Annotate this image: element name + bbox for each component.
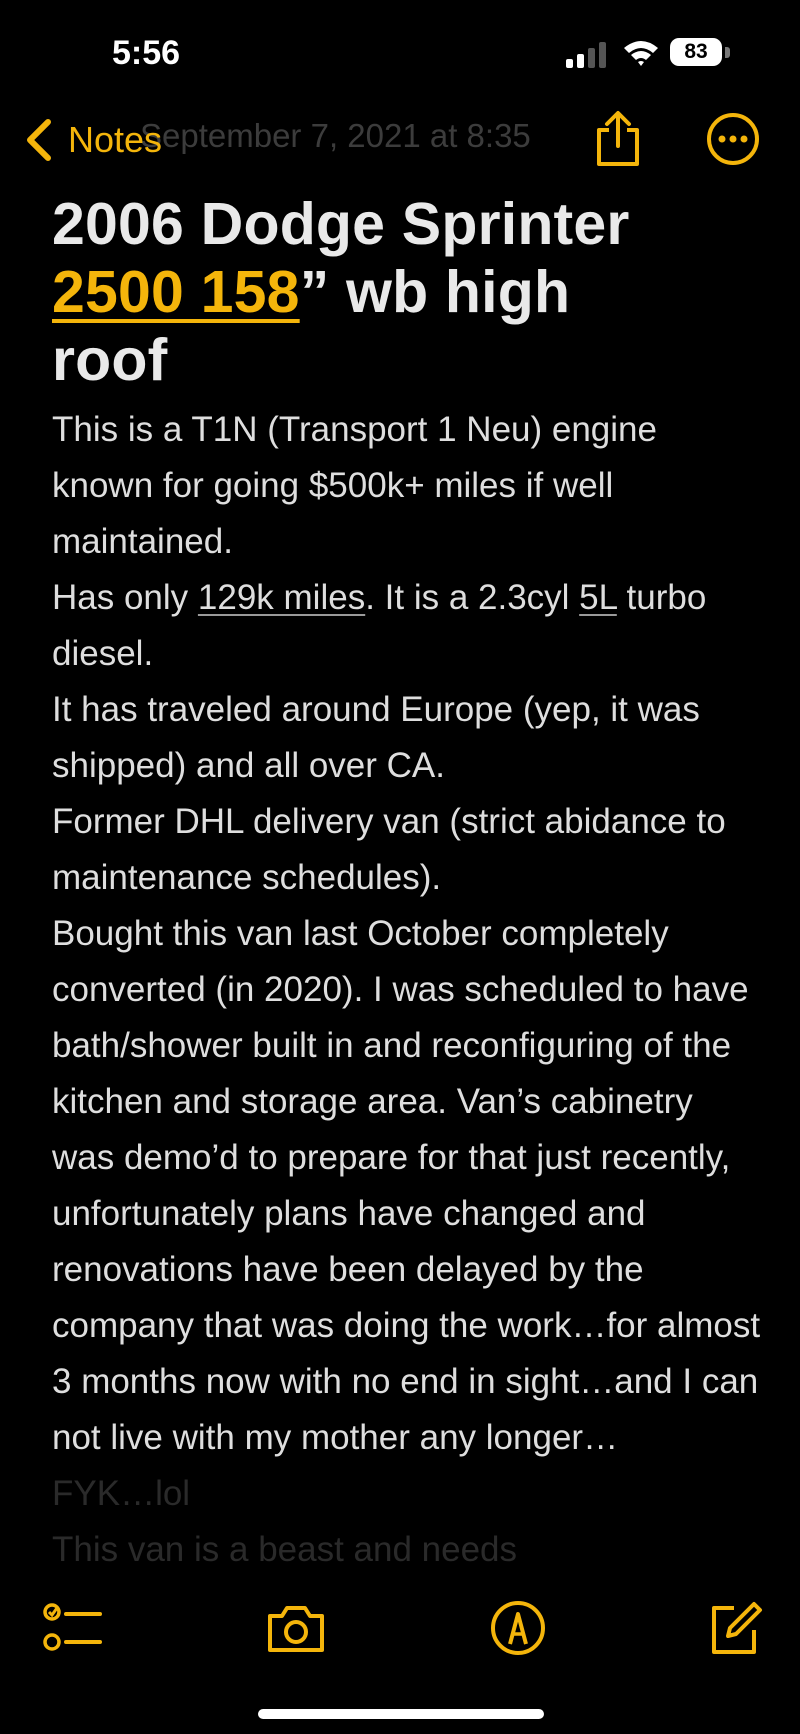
note-body: This is a T1N (Transport 1 Neu) engine k… bbox=[52, 402, 762, 1578]
title-line-1: 2006 Dodge Sprinter bbox=[52, 191, 630, 257]
note-title: 2006 Dodge Sprinter 2500 158” wb high ro… bbox=[52, 190, 762, 394]
paragraph-conversion: Bought this van last October completely … bbox=[52, 914, 761, 1457]
paragraph-miles: Has only 129k miles. It is a 2.3cyl 5L t… bbox=[52, 570, 762, 682]
battery-icon: 83 bbox=[670, 38, 732, 68]
note-content[interactable]: 2006 Dodge Sprinter 2500 158” wb high ro… bbox=[52, 190, 762, 1578]
engine-size-link[interactable]: 5L bbox=[579, 578, 617, 617]
status-bar: 5:56 83 bbox=[0, 0, 800, 100]
checklist-icon[interactable] bbox=[42, 1600, 102, 1656]
bottom-toolbar bbox=[0, 1570, 800, 1690]
text-segment: . It is a 2.3cyl bbox=[365, 578, 580, 617]
battery-level: 83 bbox=[670, 38, 722, 66]
paragraph-dhl: Former DHL delivery van (strict abidance… bbox=[52, 802, 726, 897]
back-button[interactable]: Notes bbox=[22, 112, 162, 168]
text-segment: Has only bbox=[52, 578, 198, 617]
paragraph-fyk: FYK…lol bbox=[52, 1474, 191, 1513]
pen-circle-icon[interactable] bbox=[488, 1600, 548, 1656]
chevron-left-icon bbox=[27, 119, 51, 161]
note-date: September 7, 2021 at 8:35 bbox=[140, 117, 531, 154]
paragraph-engine: This is a T1N (Transport 1 Neu) engine k… bbox=[52, 410, 657, 561]
miles-link[interactable]: 129k miles bbox=[198, 578, 365, 617]
compose-icon[interactable] bbox=[706, 1600, 766, 1656]
paragraph-travel: It has traveled around Europe (yep, it w… bbox=[52, 690, 700, 785]
status-time: 5:56 bbox=[112, 34, 181, 72]
camera-icon[interactable] bbox=[266, 1600, 326, 1656]
title-line-2-rest: ” wb high bbox=[299, 259, 571, 325]
wifi-icon bbox=[624, 41, 658, 66]
home-indicator[interactable] bbox=[258, 1709, 544, 1719]
cellular-signal-icon bbox=[566, 42, 610, 68]
title-line-3: roof bbox=[52, 327, 168, 393]
back-label: Notes bbox=[68, 119, 163, 160]
more-options-icon[interactable] bbox=[706, 112, 760, 166]
title-link[interactable]: 2500 158 bbox=[52, 259, 300, 325]
share-icon[interactable] bbox=[593, 110, 643, 168]
